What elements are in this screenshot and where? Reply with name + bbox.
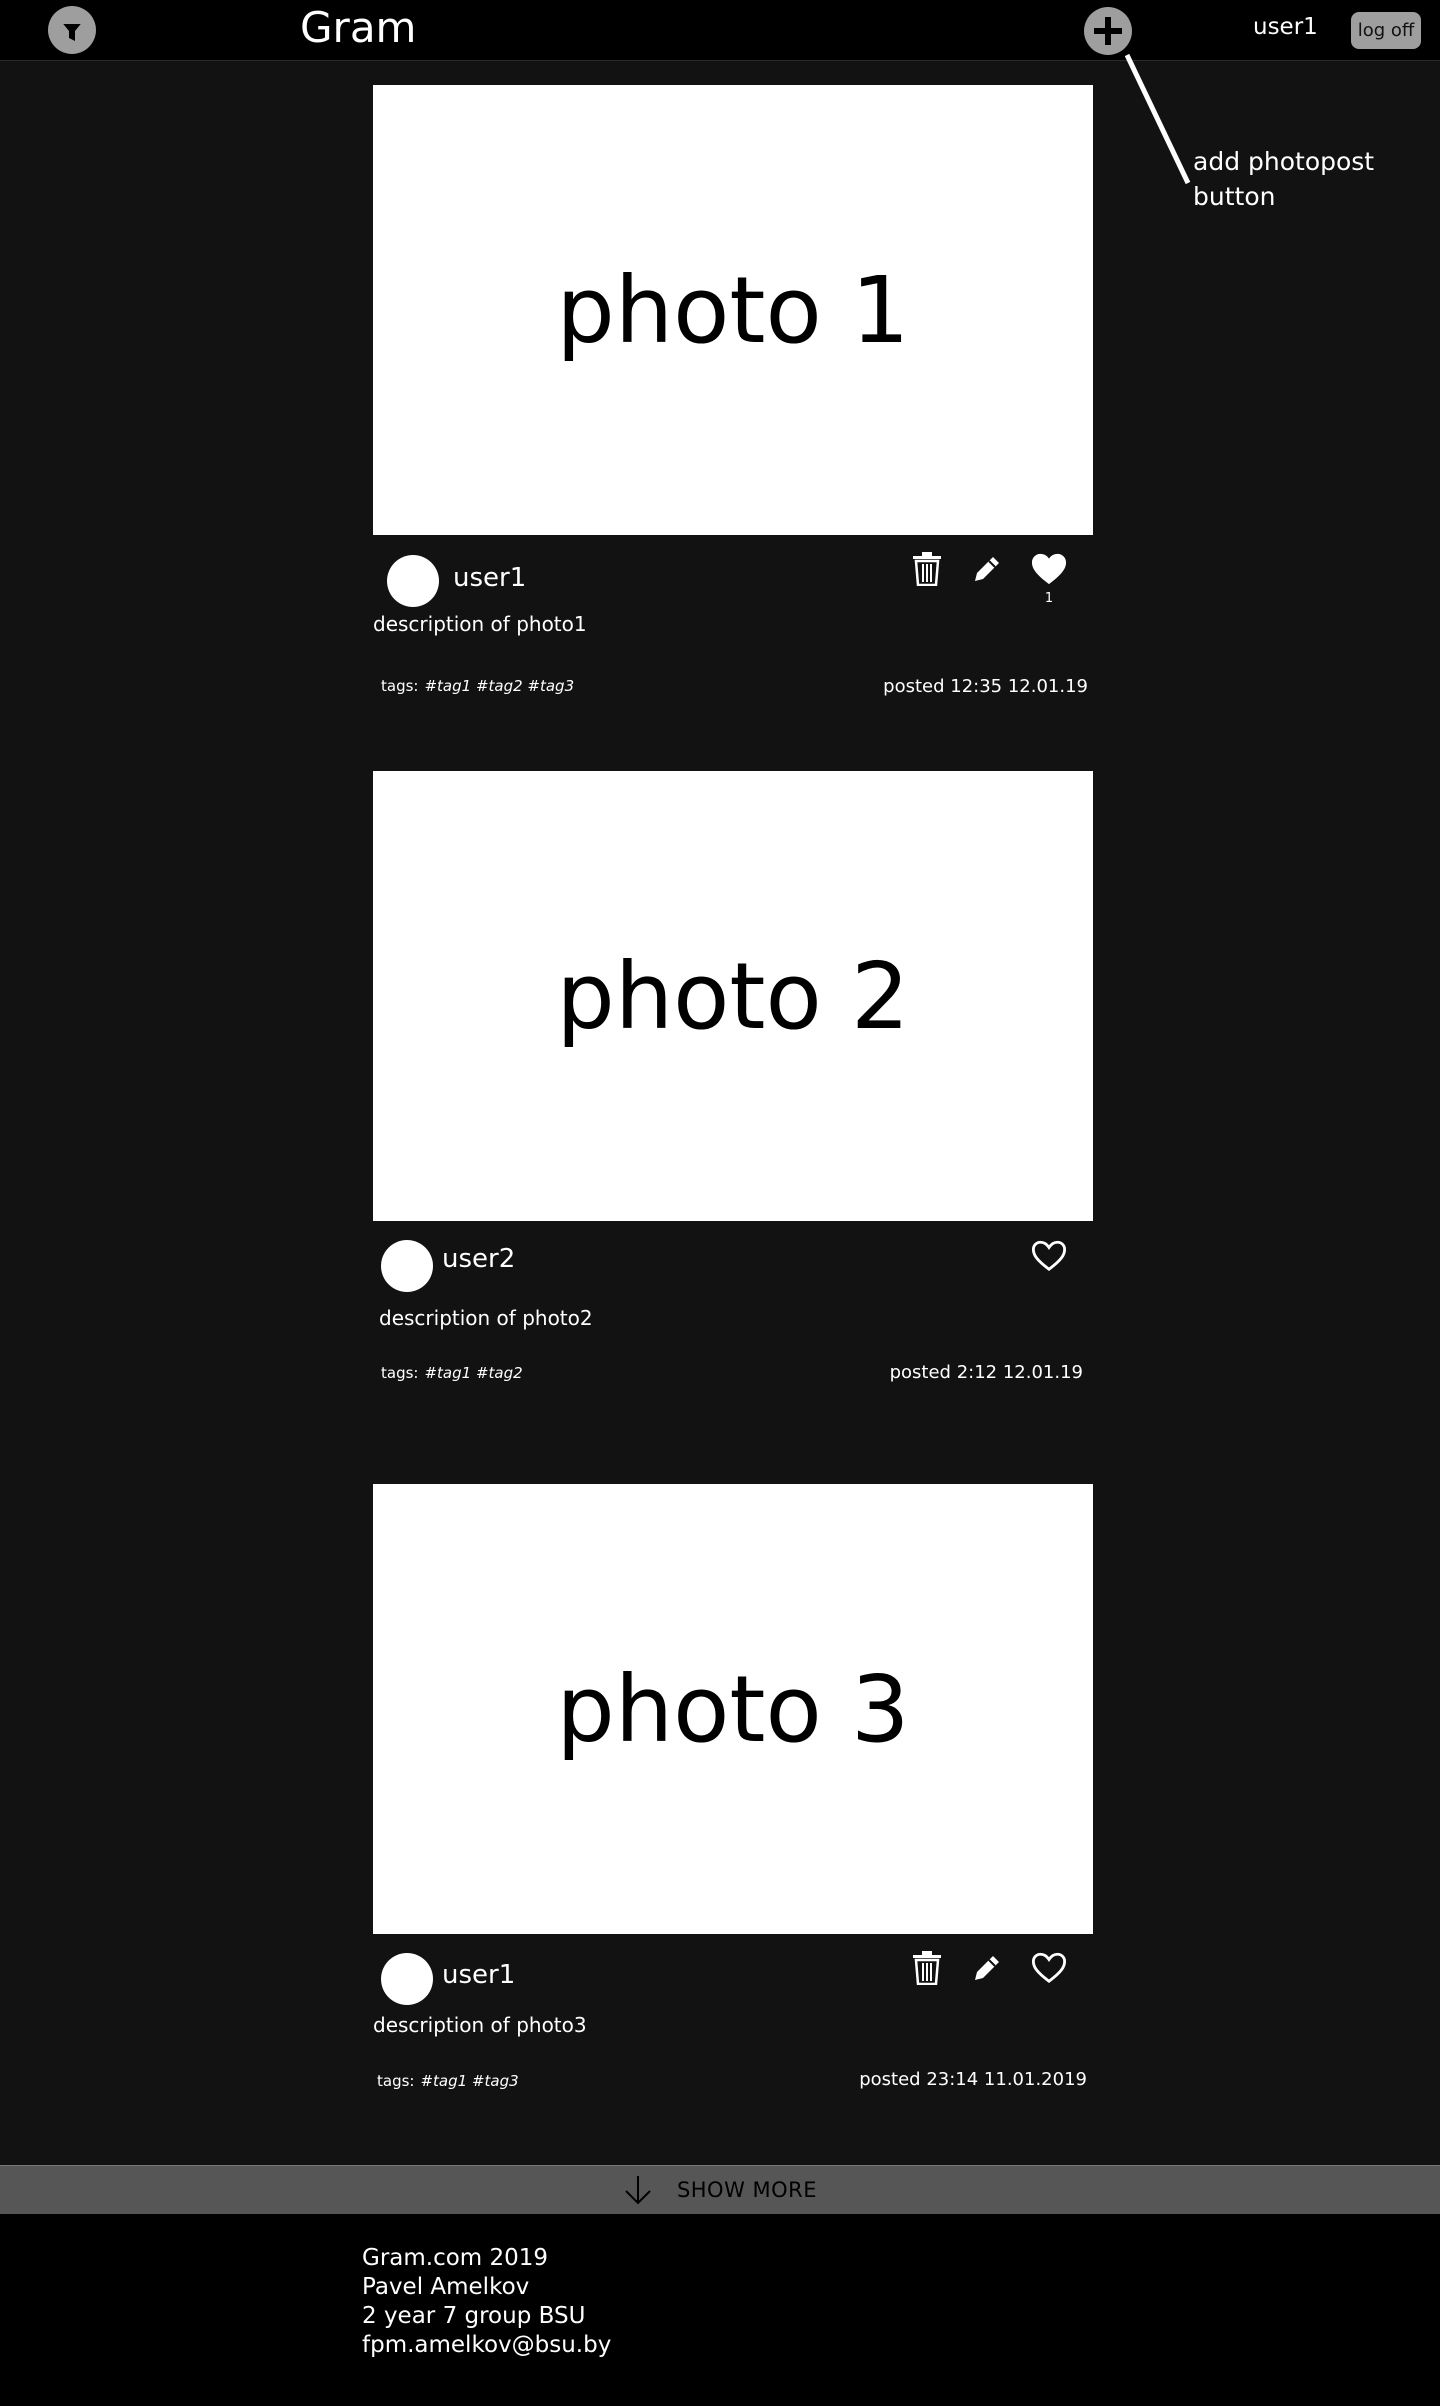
photo-label: photo 2: [556, 942, 910, 1050]
delete-button[interactable]: [909, 551, 945, 587]
post-date: posted 12:35 12.01.19: [883, 676, 1088, 697]
pencil-icon: [975, 1956, 999, 1980]
photopost-card: photo 3 user1 description of photo3 tags…: [373, 1484, 1093, 2104]
post-description: description of photo1: [373, 612, 587, 636]
plus-circle-icon: [1094, 17, 1122, 45]
footer-author: Pavel Amelkov: [362, 2274, 530, 2300]
trash-icon: [913, 1951, 941, 1985]
tags-label: tags:: [381, 677, 419, 695]
app-logo[interactable]: Gram: [300, 0, 416, 56]
avatar[interactable]: [381, 1240, 433, 1292]
avatar[interactable]: [387, 555, 439, 607]
post-photo[interactable]: photo 3: [373, 1484, 1093, 1934]
photo-label: photo 3: [556, 1655, 910, 1763]
footer-site: Gram.com 2019: [362, 2245, 549, 2271]
delete-button[interactable]: [909, 1950, 945, 1986]
like-button[interactable]: [1031, 1950, 1067, 1986]
edit-button[interactable]: [969, 1950, 1005, 1986]
photopost-card: photo 1 user1 1 description of photo1 ta…: [373, 85, 1093, 705]
post-photo[interactable]: photo 2: [373, 771, 1093, 1221]
tag-list[interactable]: #tag1 #tag2: [424, 1364, 522, 1382]
show-more-label: SHOW MORE: [676, 2178, 818, 2202]
like-button[interactable]: [1031, 551, 1067, 587]
pencil-icon: [975, 557, 999, 581]
footer-email[interactable]: fpm.amelkov@bsu.by: [362, 2331, 611, 2360]
heart-outline-icon: [1031, 1240, 1067, 1272]
tag-list[interactable]: #tag1 #tag2 #tag3: [424, 677, 574, 695]
likes-count: 1: [1044, 591, 1054, 606]
post-date: posted 23:14 11.01.2019: [859, 2069, 1087, 2090]
heart-filled-icon: [1031, 553, 1067, 585]
annotation-label: add photopost button: [1193, 147, 1375, 211]
post-tags: tags: #tag1 #tag2 #tag3: [381, 677, 574, 695]
post-author[interactable]: user1: [442, 1960, 515, 1990]
heart-outline-icon: [1031, 1952, 1067, 1984]
post-author[interactable]: user1: [453, 563, 526, 593]
post-tags: tags: #tag1 #tag2: [381, 1364, 523, 1382]
tag-list[interactable]: #tag1 #tag3: [420, 2072, 518, 2090]
like-button[interactable]: [1031, 1238, 1067, 1274]
edit-button[interactable]: [969, 551, 1005, 587]
photo-label: photo 1: [556, 256, 910, 364]
footer-info: Gram.com 2019 Pavel Amelkov 2 year 7 gro…: [362, 2244, 611, 2360]
show-more-button[interactable]: SHOW MORE: [0, 2165, 1440, 2215]
footer-group: 2 year 7 group BSU: [362, 2303, 586, 2329]
annotation-arrow-line: [1125, 53, 1191, 185]
post-tags: tags: #tag1 #tag3: [377, 2072, 519, 2090]
log-off-button[interactable]: log off: [1351, 12, 1421, 49]
avatar[interactable]: [381, 1953, 433, 2005]
photopost-card: photo 2 user2 description of photo2 tags…: [373, 771, 1093, 1391]
post-date: posted 2:12 12.01.19: [889, 1362, 1083, 1383]
filter-button[interactable]: [48, 6, 96, 54]
filter-icon: [60, 20, 84, 41]
trash-icon: [913, 552, 941, 586]
tags-label: tags:: [381, 1364, 419, 1382]
arrow-down-icon: [625, 2176, 651, 2205]
add-photopost-button[interactable]: [1084, 7, 1132, 55]
footer: Gram.com 2019 Pavel Amelkov 2 year 7 gro…: [0, 2214, 1440, 2406]
top-header: Gram user1 log off: [0, 0, 1440, 61]
current-user-name: user1: [1253, 14, 1318, 40]
post-author[interactable]: user2: [442, 1244, 515, 1274]
post-photo[interactable]: photo 1: [373, 85, 1093, 535]
post-description: description of photo3: [373, 2013, 587, 2037]
tags-label: tags:: [377, 2072, 415, 2090]
post-description: description of photo2: [379, 1306, 593, 1330]
